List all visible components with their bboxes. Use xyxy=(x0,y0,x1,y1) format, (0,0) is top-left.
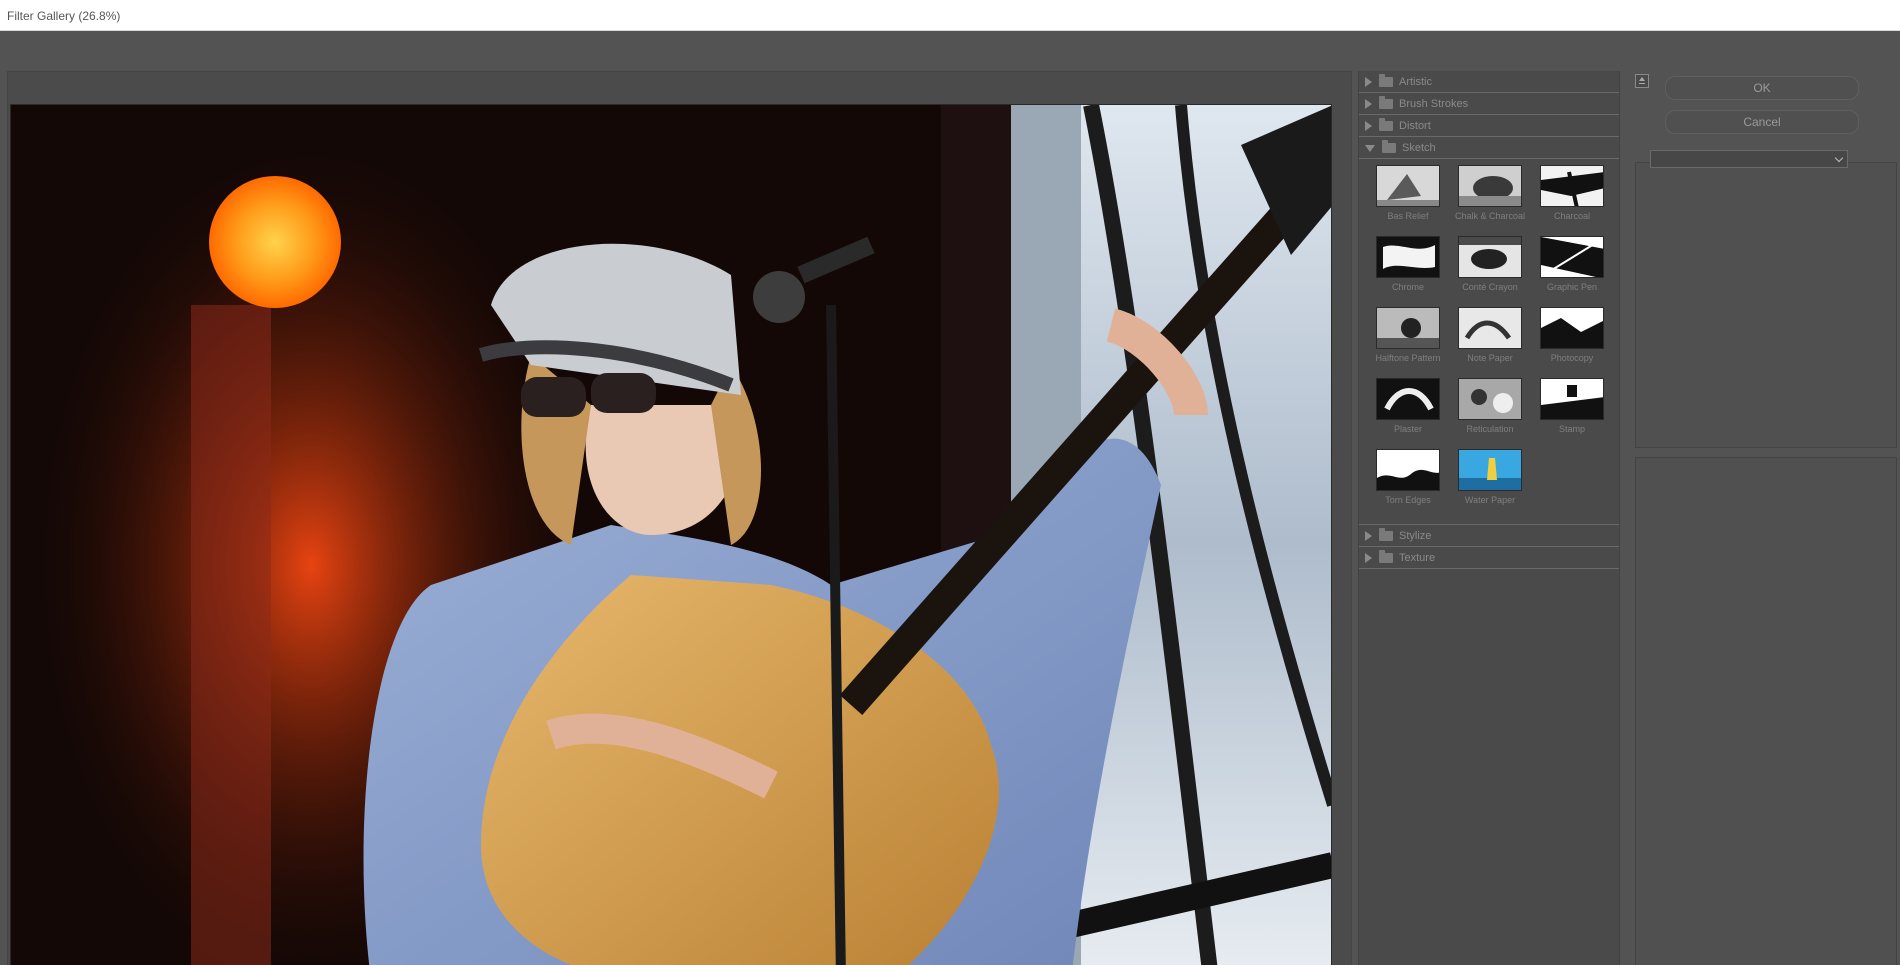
triangle-right-icon xyxy=(1365,120,1372,131)
triangle-right-icon xyxy=(1365,530,1372,541)
filter-thumb-label: Bas Relief xyxy=(1387,211,1429,221)
cancel-button[interactable]: Cancel xyxy=(1665,110,1859,134)
filter-thumb-label: Reticulation xyxy=(1466,424,1514,434)
triangle-right-icon xyxy=(1365,98,1372,109)
folder-icon xyxy=(1379,527,1393,541)
folder-icon xyxy=(1379,73,1393,87)
graphic-pen-thumb xyxy=(1540,236,1604,278)
filter-thumb-label: Photocopy xyxy=(1550,353,1594,363)
filter-category-sketch[interactable]: Sketch xyxy=(1359,137,1619,159)
filter-thumb-label: Stamp xyxy=(1558,424,1585,434)
filter-thumb-label: Graphic Pen xyxy=(1546,282,1598,292)
filter-thumb-label: Note Paper xyxy=(1467,353,1513,363)
category-label: Texture xyxy=(1399,551,1436,564)
effect-layers-area xyxy=(1635,457,1897,965)
filter-thumb-label: Plaster xyxy=(1393,424,1422,434)
filter-category-texture[interactable]: Texture xyxy=(1359,547,1619,569)
filter-list: Artistic Brush Strokes Distort Sketch Bas R… xyxy=(1358,71,1620,965)
category-label: Distort xyxy=(1399,119,1431,132)
halftone-pattern-thumb xyxy=(1376,307,1440,349)
filter-thumb-label: Torn Edges xyxy=(1385,495,1431,505)
stamp-thumb xyxy=(1540,378,1604,420)
filter-category-brush-strokes[interactable]: Brush Strokes xyxy=(1359,93,1619,115)
filter-thumb-label: Conté Crayon xyxy=(1462,282,1518,292)
filter-category-stylize[interactable]: Stylize xyxy=(1359,525,1619,547)
filter-thumb-stamp[interactable]: Stamp xyxy=(1531,378,1613,445)
filter-thumb-water-paper[interactable]: Water Paper xyxy=(1449,449,1531,516)
chevron-down-icon xyxy=(1834,153,1844,163)
filter-thumb-label: Water Paper xyxy=(1464,495,1516,505)
preview-image[interactable] xyxy=(10,104,1332,965)
filter-thumb-photocopy[interactable]: Photocopy xyxy=(1531,307,1613,374)
photocopy-thumb xyxy=(1540,307,1604,349)
ok-button[interactable]: OK xyxy=(1665,76,1859,100)
category-label: Artistic xyxy=(1399,75,1432,88)
sketch-filter-grid: Bas Relief Chalk & Charcoal Charcoal Chrome… xyxy=(1359,159,1619,525)
collapse-up-icon[interactable] xyxy=(1635,74,1649,88)
filter-parameters-area xyxy=(1635,162,1897,448)
filter-thumb-halftone-pattern[interactable]: Halftone Pattern xyxy=(1367,307,1449,374)
filter-category-distort[interactable]: Distort xyxy=(1359,115,1619,137)
filter-category-artistic[interactable]: Artistic xyxy=(1359,71,1619,93)
filter-thumb-note-paper[interactable]: Note Paper xyxy=(1449,307,1531,374)
reticulation-thumb xyxy=(1458,378,1522,420)
filter-thumb-cont-crayon[interactable]: Conté Crayon xyxy=(1449,236,1531,303)
title-bar: Filter Gallery (26.8%) xyxy=(0,0,1900,31)
folder-icon xyxy=(1379,95,1393,109)
category-label: Sketch xyxy=(1402,141,1436,154)
triangle-down-icon xyxy=(1365,145,1375,152)
triangle-right-icon xyxy=(1365,76,1372,87)
torn-edges-thumb xyxy=(1376,449,1440,491)
plaster-thumb xyxy=(1376,378,1440,420)
filter-thumb-chrome[interactable]: Chrome xyxy=(1367,236,1449,303)
folder-icon xyxy=(1382,139,1396,153)
filter-gallery-dialog: Artistic Brush Strokes Distort Sketch Bas R… xyxy=(0,31,1900,965)
filter-thumb-chalk-charcoal[interactable]: Chalk & Charcoal xyxy=(1449,165,1531,232)
filter-thumb-graphic-pen[interactable]: Graphic Pen xyxy=(1531,236,1613,303)
water-paper-thumb xyxy=(1458,449,1522,491)
chalk-charcoal-thumb xyxy=(1458,165,1522,207)
bas-relief-thumb xyxy=(1376,165,1440,207)
chrome-thumb xyxy=(1376,236,1440,278)
window-title: Filter Gallery (26.8%) xyxy=(7,9,121,23)
filter-thumb-bas-relief[interactable]: Bas Relief xyxy=(1367,165,1449,232)
category-label: Stylize xyxy=(1399,529,1432,542)
filter-thumb-reticulation[interactable]: Reticulation xyxy=(1449,378,1531,445)
conte-crayon-thumb xyxy=(1458,236,1522,278)
note-paper-thumb xyxy=(1458,307,1522,349)
filter-thumb-label: Chrome xyxy=(1391,282,1424,292)
triangle-right-icon xyxy=(1365,552,1372,563)
settings-panel: OK Cancel xyxy=(1625,71,1900,965)
folder-icon xyxy=(1379,549,1393,563)
filter-select-dropdown[interactable] xyxy=(1650,150,1848,168)
filter-thumb-plaster[interactable]: Plaster xyxy=(1367,378,1449,445)
filter-thumb-label: Charcoal xyxy=(1553,211,1591,221)
filter-thumb-torn-edges[interactable]: Torn Edges xyxy=(1367,449,1449,516)
filter-thumb-charcoal[interactable]: Charcoal xyxy=(1531,165,1613,232)
filter-thumb-label: Halftone Pattern xyxy=(1375,353,1441,363)
charcoal-thumb xyxy=(1540,165,1604,207)
category-label: Brush Strokes xyxy=(1399,97,1469,110)
folder-icon xyxy=(1379,117,1393,131)
filter-thumb-label: Chalk & Charcoal xyxy=(1454,211,1526,221)
